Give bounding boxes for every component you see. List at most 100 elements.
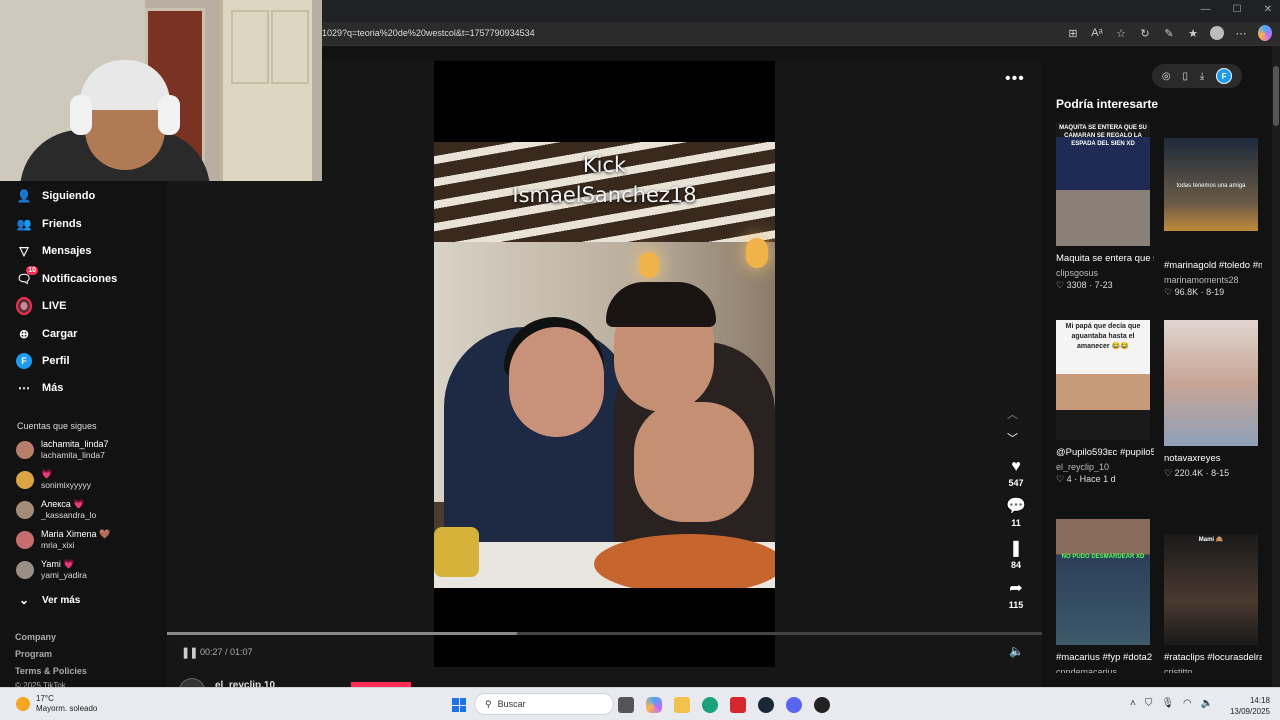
avatar [16,531,34,549]
sidebar-item-label: Más [42,382,64,394]
chevron-down-icon: ⌄ [18,593,30,607]
following-account[interactable]: Maria Ximena 🤎 mria_xixi [16,529,110,551]
footer-link-program[interactable]: Program [15,649,52,659]
minimize-icon[interactable]: — [1201,4,1211,15]
recommended-video-card[interactable]: Mami 🙈 #rataclips #locurasdelrata... cri… [1164,534,1262,673]
edge-icon[interactable] [702,697,718,713]
share-button[interactable]: ➦ 115 [1003,580,1029,610]
bookmark-icon: ❚ [1009,540,1023,557]
footer-link-company[interactable]: Company [15,632,56,642]
sidebar-item-siguiendo[interactable]: 👤 Siguiendo [16,188,96,204]
heart-icon: ♥ [1011,458,1021,475]
steam-icon[interactable] [758,697,774,713]
sidebar-item-cargar[interactable]: ⊕ Cargar [16,326,78,342]
profile-icon[interactable] [1210,26,1224,40]
headphones-icon [158,95,180,135]
copilot-icon[interactable] [646,697,662,713]
webcam-overlay [0,0,322,181]
recommended-video-card[interactable]: todas tenemos una amiga #marinagold #tol… [1164,138,1262,298]
more-options-icon[interactable]: ••• [1005,70,1025,88]
notifications-icon: 🗨 10 [16,266,38,286]
sidebar-item-perfil[interactable]: F Perfil [16,353,70,369]
video-frame[interactable]: Kick IsmaelSanchez18 [434,142,775,588]
weather-condition: Mayorm. soleado [36,704,98,713]
app-icon[interactable] [814,697,830,713]
card-title: #rataclips #locurasdelrata... [1164,652,1262,663]
task-view-icon[interactable] [618,697,634,713]
favorites-icon[interactable]: ★ [1186,26,1200,40]
account-user: mria_xixi [41,540,75,550]
see-more-button[interactable]: ⌄ Ver más [16,592,80,608]
thumbnail-caption: Mami 🙈 [1198,537,1224,543]
recommended-video-card[interactable]: Mi papá que decía que aguantaba hasta el… [1056,320,1154,485]
volume-icon[interactable]: 🔈 [1201,698,1213,709]
avatar [16,561,34,579]
video-thumbnail: Mami 🙈 [1164,534,1258,645]
wps-icon[interactable] [730,697,746,713]
sidebar-item-mensajes[interactable]: ▽ Mensajes [16,243,92,259]
wifi-icon[interactable]: ◠ [1183,698,1192,709]
discord-icon[interactable] [786,697,802,713]
pause-icon[interactable]: ❚❚ [181,646,198,659]
copilot-icon[interactable] [1258,25,1272,41]
following-account[interactable]: Yami 💗 yami_yadira [16,559,87,581]
page-scrollbar[interactable] [1272,46,1280,687]
tabs-icon[interactable]: ⊞ [1066,26,1080,40]
security-icon[interactable]: ⛉ [1145,698,1153,709]
menu-icon[interactable]: ⋯ [1234,26,1248,40]
following-account[interactable]: Алекса 💗 _kassandra_lo [16,499,96,521]
maximize-icon[interactable]: ☐ [1233,4,1242,15]
refresh-icon[interactable]: ↻ [1138,26,1152,40]
chevron-up-icon[interactable]: ˄ [1130,698,1136,709]
footer-link-terms[interactable]: Terms & Policies [15,666,87,676]
account-name: Yami 💗 [41,559,75,569]
recommended-video-card[interactable]: MAQUITA SE ENTERA QUE SU CAMARAN SE REGA… [1056,122,1154,291]
chevron-up-icon[interactable]: ︿ [1007,406,1018,422]
video-person-face [509,327,604,437]
sidebar-item-mas[interactable]: ⋯ Más [16,380,63,396]
video-thumbnail: todas tenemos una amiga [1164,138,1258,231]
video-progress-bar[interactable] [167,632,1042,635]
taskbar-search[interactable]: ⚲ Buscar [474,693,614,715]
following-account[interactable]: lachamita_linda7 lachamita_linda7 [16,439,109,461]
card-title: #marinagold #toledo #milenka #zully... [1164,260,1262,271]
comment-button[interactable]: 💬 11 [1003,498,1029,528]
download-icon[interactable]: ⤓ [1200,71,1204,82]
following-section-title: Cuentas que sigues [17,421,97,431]
sidebar-item-label: LIVE [42,300,67,312]
recommended-video-card[interactable]: NO PUDO DESMARDEAR XD #macarius #fyp #do… [1056,519,1154,673]
search-icon: ⚲ [485,698,492,709]
chevron-down-icon[interactable]: ﹀ [1007,430,1018,446]
save-button[interactable]: ❚ 84 [1003,540,1029,570]
close-icon[interactable]: ✕ [1264,4,1272,15]
compass-icon[interactable]: ◎ [1162,71,1171,82]
url-field[interactable]: 1029?q=teoria%20de%20westcol&t=175779093… [322,28,535,38]
upload-icon: ⊕ [18,327,30,341]
caption-line: Kick [582,153,627,177]
following-account[interactable]: 💗 sonimixyyyyy [16,469,91,491]
clock[interactable]: 14:18 13/09/2025 [1228,695,1270,717]
video-thumbnail: NO PUDO DESMARDEAR XD [1056,519,1150,645]
star-icon[interactable]: ☆ [1114,26,1128,40]
start-icon[interactable] [452,698,466,712]
video-progress-fill [167,632,517,635]
avatar[interactable]: F [1216,68,1233,84]
scrollbar-thumb[interactable] [1273,66,1279,126]
mic-icon[interactable]: 🎙 [1161,698,1174,709]
mobile-icon[interactable]: ▯ [1182,71,1188,82]
extensions-icon[interactable]: ✎ [1162,26,1176,40]
following-icon: 👤 [16,189,32,203]
recommended-video-card[interactable]: notavaxreyes ♡ 220.4K · 8-15 [1164,320,1260,479]
sidebar-item-friends[interactable]: 👥 Friends [16,216,82,232]
share-icon: ➦ [1009,580,1023,597]
file-explorer-icon[interactable] [674,697,690,713]
sidebar-item-notificaciones[interactable]: 🗨 10 Notificaciones [16,266,117,287]
volume-icon[interactable]: 🔈 [1009,644,1024,658]
reader-icon[interactable]: Aᵃ [1090,26,1104,40]
sidebar-item-live[interactable]: LIVE [16,297,67,315]
like-button[interactable]: ♥ 547 [1003,458,1029,488]
sidebar-item-label: Mensajes [42,245,92,257]
weather-widget[interactable]: 17°C Mayorm. soleado [16,694,97,714]
card-author: marinamoments28 [1164,275,1239,285]
like-count: 547 [1008,478,1024,488]
